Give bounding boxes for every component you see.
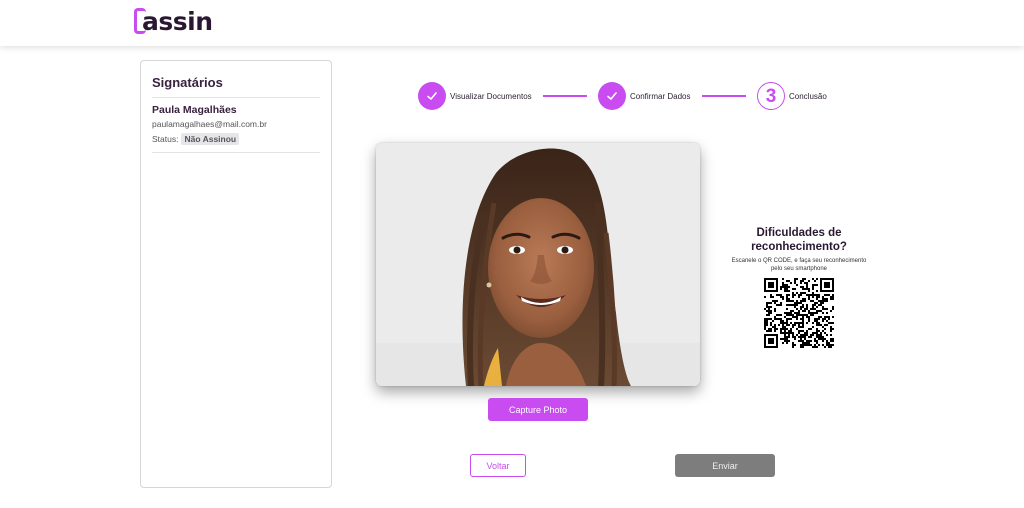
face-photo [376,143,700,386]
signer-email: paulamagalhaes@mail.com.br [152,119,267,129]
signer-name: Paula Magalhães [152,104,237,116]
step-label-1: Visualizar Documentos [450,91,532,101]
signers-panel: Signatários Paula Magalhães paulamagalha… [140,60,332,488]
logo-text: assin [142,6,213,36]
signers-title: Signatários [152,75,320,98]
step-number: 3 [765,85,777,107]
step-confirmar-dados: Confirmar Dados [598,82,690,110]
step-conclusao: 3 Conclusão [757,82,827,110]
logo-bracket-icon [134,8,146,34]
step-label-2: Confirmar Dados [630,91,691,101]
signer-status: Status: Não Assinou [152,133,320,145]
check-icon [598,82,626,110]
brand-logo[interactable]: assin [134,6,213,36]
step-connector-1 [543,95,587,97]
status-label: Status: [152,134,179,144]
step-number-3: 3 [757,82,785,110]
top-header: assin [0,0,1024,46]
step-visualizar-documentos: Visualizar Documentos [418,82,532,110]
qr-subtitle: Escanele o QR CODE, e faça seu reconheci… [731,258,867,272]
send-button[interactable]: Enviar [675,454,775,477]
qr-title: Dificuldades de reconhecimento? [751,227,847,253]
step-connector-2 [702,95,746,97]
back-button[interactable]: Voltar [470,454,526,477]
check-icon [418,82,446,110]
capture-photo-button[interactable]: Capture Photo [488,398,588,421]
status-badge: Não Assinou [181,133,240,145]
camera-preview [376,143,700,386]
step-label-3: Conclusão [789,91,827,101]
qr-code-image [764,278,834,348]
signer-card: Paula Magalhães paulamagalhaes@mail.com.… [152,98,320,153]
